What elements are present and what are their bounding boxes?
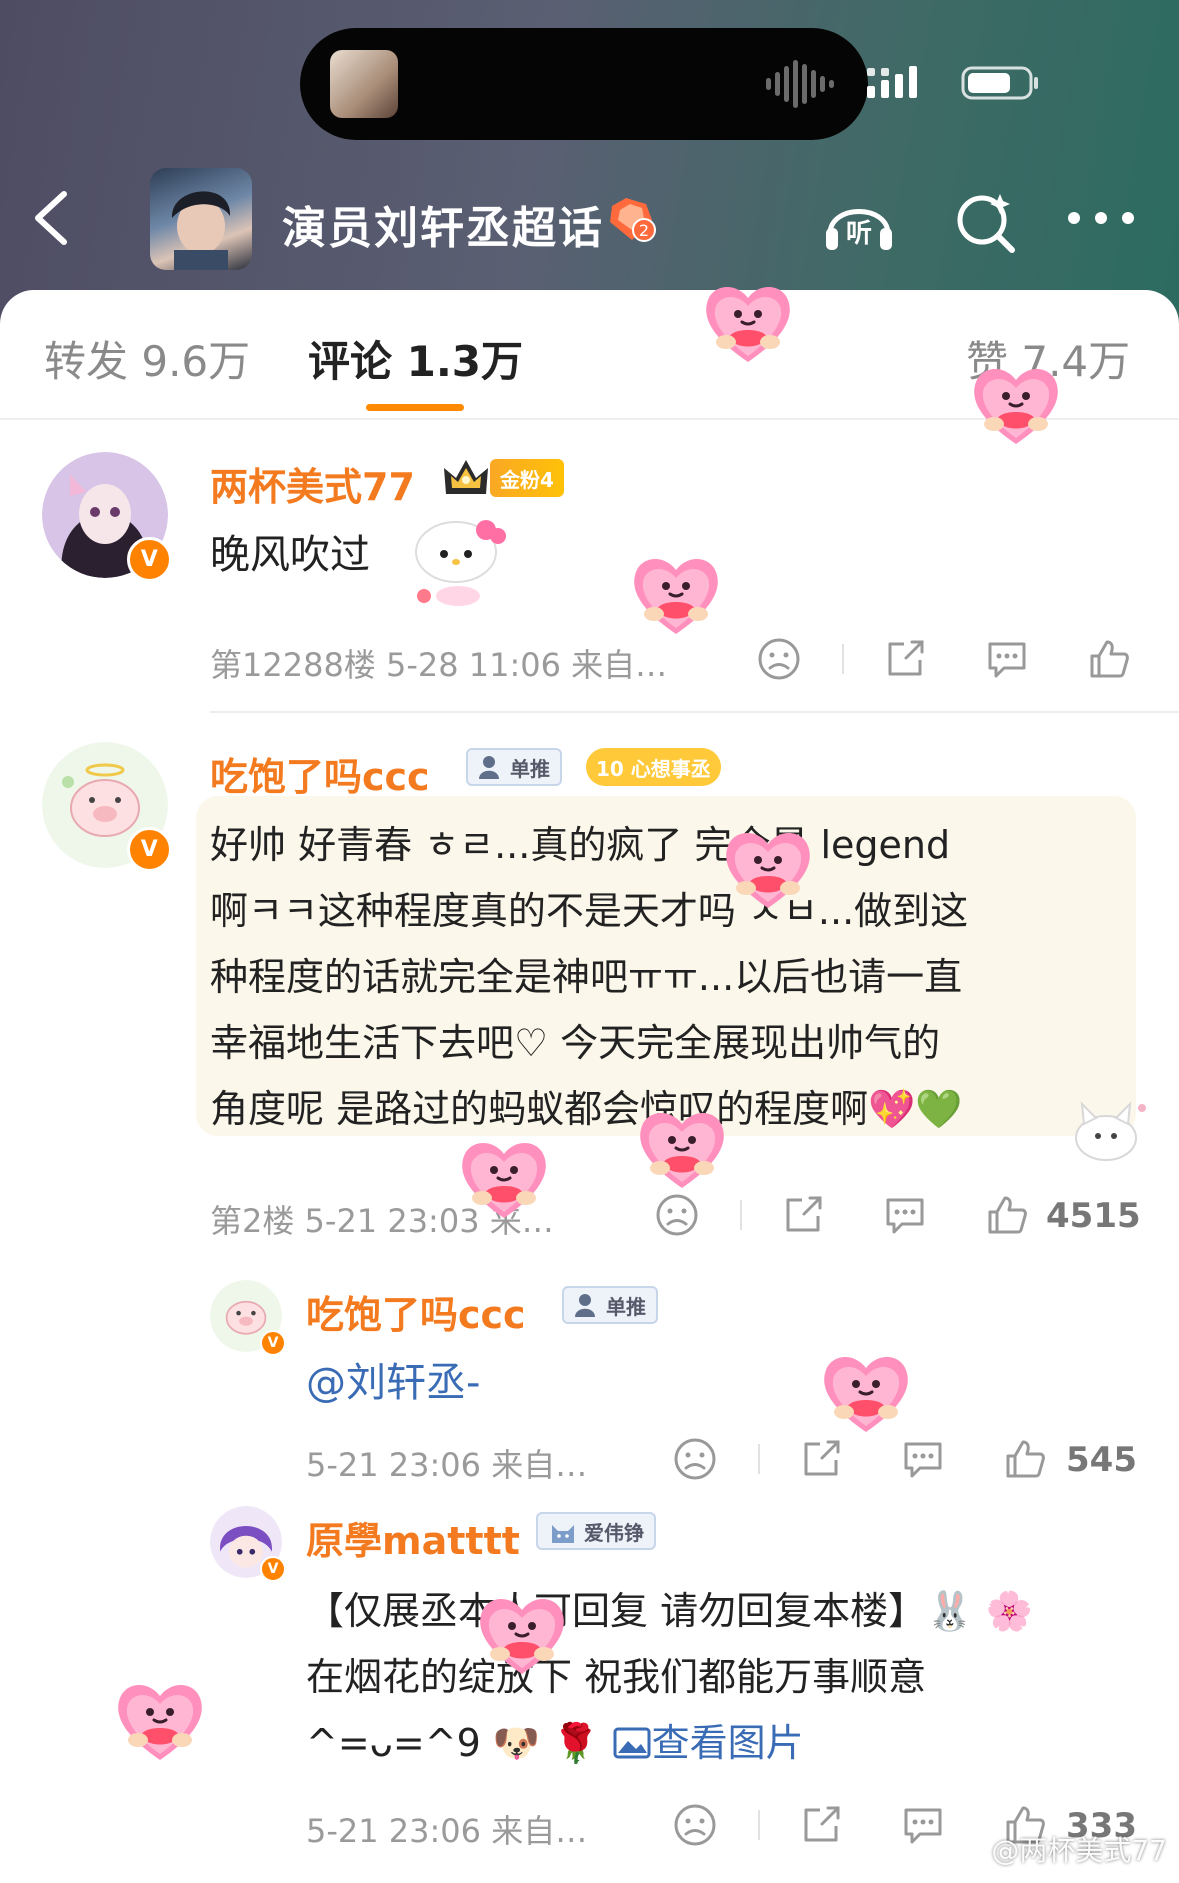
heart-sticker-icon bbox=[478, 1597, 566, 1676]
super-topic-level-icon: 2 bbox=[610, 198, 656, 242]
reply-line: 在烟花的绽放下 祝我们都能万事顺意 bbox=[306, 1655, 927, 1699]
reply-line: ^=ᴗ=^9 🐶 🌹 查看图片 bbox=[306, 1710, 1166, 1776]
action-separator bbox=[740, 1200, 742, 1230]
reply-line: 【仅展丞本人可回复 请勿回复本楼】🐰 🌸 bbox=[306, 1589, 1033, 1633]
heart-sticker-icon bbox=[116, 1683, 204, 1762]
dislike-icon[interactable] bbox=[672, 1436, 718, 1482]
search-icon[interactable] bbox=[950, 188, 1024, 256]
reply-meta: 5-21 23:06 来自… bbox=[306, 1812, 588, 1850]
tab-comments[interactable]: 评论 1.3万 bbox=[308, 328, 523, 389]
dislike-icon[interactable] bbox=[756, 636, 802, 682]
like-icon[interactable] bbox=[1002, 1436, 1048, 1482]
fan-club-badge: 爱伟铮 bbox=[536, 1512, 656, 1550]
avatar[interactable]: V bbox=[210, 1506, 286, 1582]
hello-kitty-sticker-icon bbox=[415, 520, 506, 606]
reply-icon[interactable] bbox=[984, 636, 1030, 682]
reply-icon[interactable] bbox=[882, 1192, 928, 1238]
comment-meta: 第12288楼 5-28 11:06 来自… bbox=[210, 646, 668, 684]
comment-text-block: 好帅 好青春 ㅎㄹ...真的疯了 完全是 legend 啊ㅋㅋ这种程度真的不是天… bbox=[210, 812, 1170, 1142]
comment-line: 啊ㅋㅋ这种程度真的不是天才吗 ㅅㅂ...做到这 bbox=[210, 889, 969, 933]
now-playing-thumbnail bbox=[330, 50, 398, 118]
verified-badge-icon: V bbox=[126, 536, 172, 582]
verified-badge-icon: V bbox=[260, 1556, 286, 1582]
image-icon[interactable] bbox=[612, 1726, 652, 1760]
topic-avatar[interactable] bbox=[150, 168, 252, 270]
portrait-image bbox=[171, 191, 231, 270]
verified-badge-icon: V bbox=[126, 826, 172, 872]
like-icon[interactable] bbox=[984, 1192, 1030, 1238]
fan-level-badge: 金粉4 bbox=[490, 459, 564, 497]
cat-sticker-icon bbox=[1075, 1101, 1146, 1161]
tab-repost[interactable]: 转发 9.6万 bbox=[44, 328, 250, 389]
reply-text-block: 【仅展丞本人可回复 请勿回复本楼】🐰 🌸 在烟花的绽放下 祝我们都能万事顺意 ^… bbox=[306, 1578, 1166, 1776]
status-bar-indicators bbox=[867, 66, 1038, 100]
listen-icon[interactable]: 听 bbox=[822, 188, 896, 256]
comment-username[interactable]: 吃饱了吗ccc bbox=[210, 746, 430, 801]
solo-fan-label: 单推 bbox=[606, 1294, 646, 1319]
reply-meta: 5-21 23:06 来自… bbox=[306, 1446, 588, 1484]
solo-fan-badge: 单推 bbox=[466, 748, 562, 786]
heart-sticker-icon bbox=[638, 1111, 726, 1190]
like-icon[interactable] bbox=[1086, 636, 1132, 682]
action-separator bbox=[758, 1444, 760, 1474]
comment-line: 幸福地生活下去吧♡ 今天完全展现出帅气的 bbox=[210, 1021, 941, 1065]
share-icon[interactable] bbox=[798, 1436, 844, 1482]
like-count: 545 bbox=[1066, 1440, 1137, 1480]
share-icon[interactable] bbox=[798, 1802, 844, 1848]
heart-sticker-icon bbox=[972, 367, 1060, 446]
heart-sticker-icon bbox=[704, 285, 792, 364]
avatar[interactable]: V bbox=[42, 742, 172, 872]
cat-icon bbox=[552, 1525, 574, 1543]
avatar[interactable]: V bbox=[42, 452, 172, 582]
person-icon bbox=[575, 1294, 595, 1317]
comment-divider bbox=[210, 711, 1179, 713]
watermark: @两杯美式77 bbox=[991, 1834, 1167, 1867]
heart-sticker-icon bbox=[822, 1355, 910, 1434]
comment-line: 好帅 好青春 ㅎㄹ...真的疯了 完全是 legend bbox=[210, 823, 951, 867]
more-icon[interactable] bbox=[1064, 188, 1138, 256]
crown-icon bbox=[444, 460, 488, 494]
view-image-link[interactable]: 查看图片 bbox=[652, 1721, 804, 1765]
wish-badge: 10 心想事丞 bbox=[586, 748, 721, 786]
active-tab-indicator bbox=[366, 404, 464, 411]
share-icon[interactable] bbox=[780, 1192, 826, 1238]
mention-link[interactable]: @刘轩丞- bbox=[306, 1350, 480, 1408]
dislike-icon[interactable] bbox=[654, 1192, 700, 1238]
signal-icon bbox=[867, 66, 917, 98]
comment-line: 种程度的话就完全是神吧ㅠㅠ...以后也请一直 bbox=[210, 955, 963, 999]
verified-badge-icon: V bbox=[260, 1330, 286, 1356]
action-separator bbox=[758, 1810, 760, 1840]
share-icon[interactable] bbox=[882, 636, 928, 682]
heart-sticker-icon bbox=[632, 557, 720, 636]
comment-username[interactable]: 两杯美式77 bbox=[210, 456, 415, 511]
reply-username[interactable]: 原學matttt bbox=[306, 1510, 520, 1565]
reply-line-emoji: ^=ᴗ=^9 🐶 🌹 bbox=[306, 1721, 612, 1765]
solo-fan-badge: 单推 bbox=[562, 1286, 658, 1324]
avatar[interactable]: V bbox=[210, 1280, 286, 1356]
reply-icon[interactable] bbox=[900, 1436, 946, 1482]
dislike-icon[interactable] bbox=[672, 1802, 718, 1848]
action-separator bbox=[842, 644, 844, 674]
like-count: 4515 bbox=[1046, 1196, 1141, 1236]
heart-sticker-icon bbox=[724, 831, 812, 910]
dynamic-island[interactable] bbox=[300, 28, 868, 140]
audio-wave-icon bbox=[766, 60, 834, 108]
reply-icon[interactable] bbox=[900, 1802, 946, 1848]
person-icon bbox=[479, 756, 499, 779]
fan-club-label: 爱伟铮 bbox=[584, 1520, 644, 1545]
heart-sticker-icon bbox=[460, 1141, 548, 1220]
battery-icon bbox=[961, 66, 1038, 100]
solo-fan-label: 单推 bbox=[510, 756, 550, 781]
back-icon[interactable] bbox=[30, 188, 74, 248]
svg-text:2: 2 bbox=[639, 221, 649, 240]
topic-title: 演员刘轩丞超话 bbox=[282, 203, 604, 254]
reply-username[interactable]: 吃饱了吗ccc bbox=[306, 1284, 526, 1339]
comment-text: 晚风吹过 bbox=[210, 532, 370, 578]
svg-text:听: 听 bbox=[846, 219, 872, 249]
